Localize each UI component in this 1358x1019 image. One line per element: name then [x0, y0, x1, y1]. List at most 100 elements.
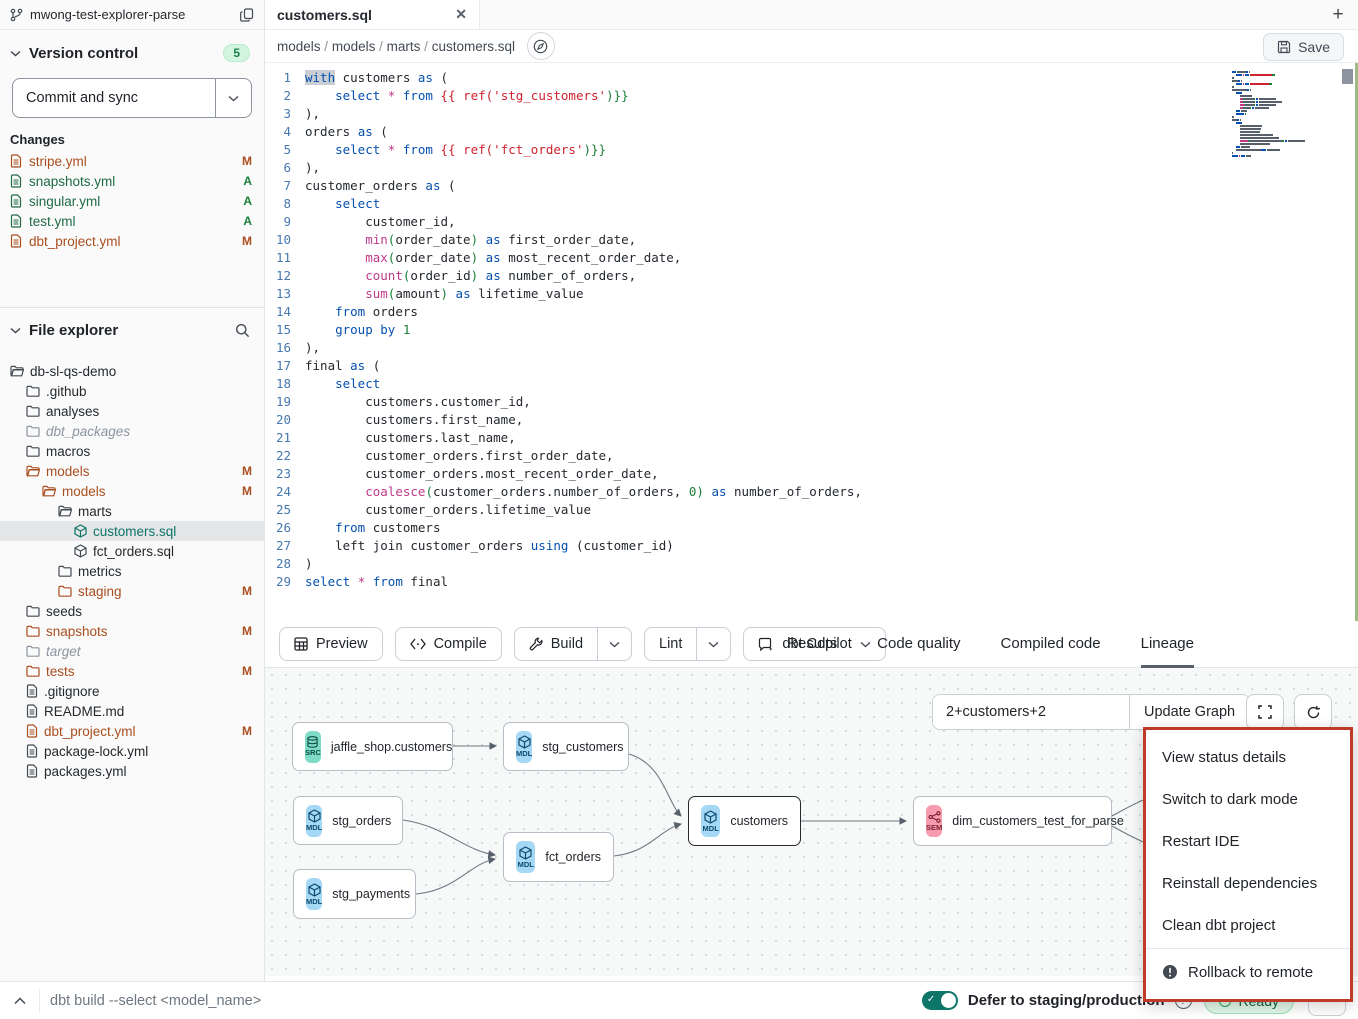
tree-item-seeds[interactable]: seeds [0, 601, 264, 621]
tree-item-tests[interactable]: testsM [0, 661, 264, 681]
tree-item-.gitignore[interactable]: .gitignore [0, 681, 264, 701]
tree-item-analyses[interactable]: analyses [0, 401, 264, 421]
breadcrumb-segment[interactable]: customers.sql [432, 39, 515, 54]
folder-icon [26, 425, 40, 437]
change-row-dbt_project.yml[interactable]: dbt_project.ymlM [0, 231, 264, 251]
commit-and-sync-button[interactable]: Commit and sync [13, 79, 215, 117]
code-line-8: 8 select [265, 195, 1358, 213]
folder-icon [26, 445, 40, 457]
chevron-down-icon[interactable] [10, 50, 21, 57]
tree-item-status: M [242, 484, 252, 498]
preview-button[interactable]: Preview [279, 627, 383, 661]
tree-item-staging[interactable]: stagingM [0, 581, 264, 601]
lineage-node-stg_orders[interactable]: MDLstg_orders [293, 796, 403, 845]
graph-selector-input[interactable] [933, 695, 1129, 729]
change-row-singular.yml[interactable]: singular.ymlA [0, 191, 264, 211]
tree-item-fct_orders.sql[interactable]: fct_orders.sql [0, 541, 264, 561]
change-row-snapshots.yml[interactable]: snapshots.ymlA [0, 171, 264, 191]
save-button[interactable]: Save [1263, 33, 1344, 61]
code-icon [410, 638, 426, 650]
menu-item-view-status-details[interactable]: View status details [1146, 736, 1350, 778]
lineage-node-stg_payments[interactable]: MDLstg_payments [293, 869, 416, 919]
open-in-explorer-button[interactable] [527, 32, 555, 60]
breadcrumb-segment[interactable]: models [277, 39, 321, 54]
tree-item-README.md[interactable]: README.md [0, 701, 264, 721]
tree-item-dbt_packages[interactable]: dbt_packages [0, 421, 264, 441]
tree-item-package-lock.yml[interactable]: package-lock.yml [0, 741, 264, 761]
tab-customers-sql[interactable]: customers.sql ✕ [265, 0, 480, 29]
sidebar: mwong-test-explorer-parse Version contro… [0, 0, 265, 981]
file-icon [26, 764, 38, 778]
tab-compiled-code[interactable]: Compiled code [1001, 621, 1101, 668]
commit-options-caret[interactable] [215, 79, 251, 117]
folder-icon [26, 625, 40, 637]
new-tab-button[interactable]: + [1318, 0, 1358, 29]
graph-selector-group: Update Graph [932, 694, 1250, 730]
save-icon [1277, 40, 1291, 54]
compile-button[interactable]: Compile [395, 627, 502, 661]
build-options-caret[interactable] [597, 628, 631, 660]
defer-toggle[interactable]: ✓ [922, 991, 958, 1010]
tree-item-db-sl-qs-demo[interactable]: db-sl-qs-demo [0, 361, 264, 381]
line-number: 6 [265, 159, 305, 177]
menu-item-restart-ide[interactable]: Restart IDE [1146, 820, 1350, 862]
change-file-name: dbt_project.yml [29, 234, 235, 249]
breadcrumb-segment[interactable]: marts [387, 39, 421, 54]
lineage-node-customers[interactable]: MDLcustomers [688, 796, 801, 846]
tree-item-marts[interactable]: marts [0, 501, 264, 521]
code-line-10: 10 min(order_date) as first_order_date, [265, 231, 1358, 249]
menu-item-reinstall-dependencies[interactable]: Reinstall dependencies [1146, 862, 1350, 904]
expand-command-bar-button[interactable] [0, 989, 40, 1013]
chevron-down-icon[interactable] [10, 327, 21, 334]
node-label: dim_customers_test_for_parse [952, 814, 1124, 828]
lineage-node-jaffle_shop.customers[interactable]: SRCjaffle_shop.customers [292, 722, 453, 771]
dbt-command-input[interactable] [40, 993, 922, 1009]
tab-code-quality[interactable]: Code quality [877, 621, 960, 668]
code-line-15: 15 group by 1 [265, 321, 1358, 339]
tree-item-packages.yml[interactable]: packages.yml [0, 761, 264, 781]
refresh-graph-button[interactable] [1294, 694, 1332, 730]
tab-lineage[interactable]: Lineage [1141, 621, 1194, 668]
menu-item-switch-to-dark-mode[interactable]: Switch to dark mode [1146, 778, 1350, 820]
update-graph-button[interactable]: Update Graph [1129, 695, 1249, 729]
changes-list: stripe.ymlMsnapshots.ymlAsingular.ymlAte… [0, 151, 264, 251]
tab-results[interactable]: Results [787, 621, 837, 668]
tree-item-models[interactable]: modelsM [0, 461, 264, 481]
tree-item-.github[interactable]: .github [0, 381, 264, 401]
tree-item-target[interactable]: target [0, 641, 264, 661]
minimap[interactable] [1232, 71, 1332, 158]
close-tab-icon[interactable]: ✕ [455, 6, 467, 23]
copilot-icon [758, 637, 774, 652]
line-number: 2 [265, 87, 305, 105]
search-icon[interactable] [235, 323, 250, 338]
tree-item-snapshots[interactable]: snapshotsM [0, 621, 264, 641]
tree-item-metrics[interactable]: metrics [0, 561, 264, 581]
menu-item-clean-dbt-project[interactable]: Clean dbt project [1146, 904, 1350, 946]
fullscreen-button[interactable] [1246, 694, 1284, 730]
lineage-node-fct_orders[interactable]: MDLfct_orders [503, 832, 614, 882]
tree-item-customers.sql[interactable]: customers.sql [0, 521, 264, 541]
folder-open-icon [58, 505, 72, 517]
tree-item-label: README.md [44, 704, 252, 719]
change-row-stripe.yml[interactable]: stripe.ymlM [0, 151, 264, 171]
line-number: 23 [265, 465, 305, 483]
tree-item-models[interactable]: modelsM [0, 481, 264, 501]
lineage-node-stg_customers[interactable]: MDLstg_customers [503, 722, 629, 771]
git-branch-icon [10, 8, 23, 22]
change-row-test.yml[interactable]: test.ymlA [0, 211, 264, 231]
node-label: fct_orders [545, 850, 601, 864]
build-button[interactable]: Build [515, 628, 597, 660]
lineage-node-dim_customers_test_for_parse[interactable]: SEMdim_customers_test_for_parse [913, 796, 1112, 846]
menu-item-rollback-to-remote[interactable]: Rollback to remote [1146, 951, 1350, 993]
breadcrumb-segment[interactable]: models [332, 39, 376, 54]
copy-branch-button[interactable] [240, 8, 254, 22]
code-editor[interactable]: 1with customers as (2 select * from {{ r… [265, 63, 1358, 621]
tree-item-macros[interactable]: macros [0, 441, 264, 461]
tree-item-dbt_project.yml[interactable]: dbt_project.ymlM [0, 721, 264, 741]
editor-scrollbar[interactable] [1342, 69, 1353, 84]
lint-options-caret[interactable] [696, 628, 730, 660]
tree-item-label: staging [78, 584, 236, 599]
code-line-7: 7customer_orders as ( [265, 177, 1358, 195]
lint-button[interactable]: Lint [645, 628, 696, 660]
tree-item-label: fct_orders.sql [93, 544, 252, 559]
